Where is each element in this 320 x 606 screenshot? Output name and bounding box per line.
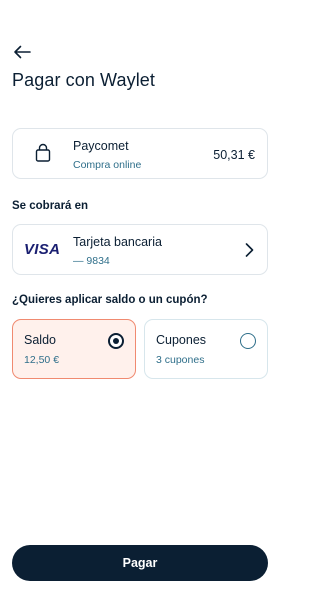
option-cupones[interactable]: Cupones 3 cupones: [144, 319, 268, 379]
card-name: Tarjeta bancaria: [73, 235, 162, 249]
option-saldo[interactable]: Saldo 12,50 €: [12, 319, 136, 379]
radio-unselected-icon[interactable]: [240, 333, 256, 349]
page-title: Pagar con Waylet: [12, 70, 155, 90]
merchant-subtitle: Compra online: [73, 159, 142, 171]
payment-amount: 50,31 €: [213, 148, 255, 162]
pay-button[interactable]: Pagar: [12, 545, 268, 581]
option-cupones-value: 3 cupones: [156, 354, 205, 366]
merchant-name: Paycomet: [73, 139, 129, 153]
option-cupones-label: Cupones: [156, 333, 207, 347]
charge-section-label: Se cobrará en: [12, 200, 89, 212]
option-saldo-label: Saldo: [24, 333, 56, 347]
card-number: — 9834: [73, 255, 110, 267]
radio-selected-icon[interactable]: [108, 333, 124, 349]
arrow-left-icon: [14, 45, 31, 59]
shopping-bag-icon: [35, 143, 51, 162]
payment-card-selector[interactable]: VISA Tarjeta bancaria — 9834: [12, 224, 268, 275]
merchant-card: Paycomet Compra online 50,31 €: [12, 128, 268, 179]
chevron-right-icon: [245, 243, 254, 257]
back-button[interactable]: [10, 42, 34, 62]
visa-logo: VISA: [24, 241, 61, 258]
option-saldo-value: 12,50 €: [24, 354, 60, 366]
payment-screen: Pagar con Waylet Paycomet Compra online …: [0, 0, 280, 606]
coupon-question: ¿Quieres aplicar saldo o un cupón?: [12, 294, 208, 306]
